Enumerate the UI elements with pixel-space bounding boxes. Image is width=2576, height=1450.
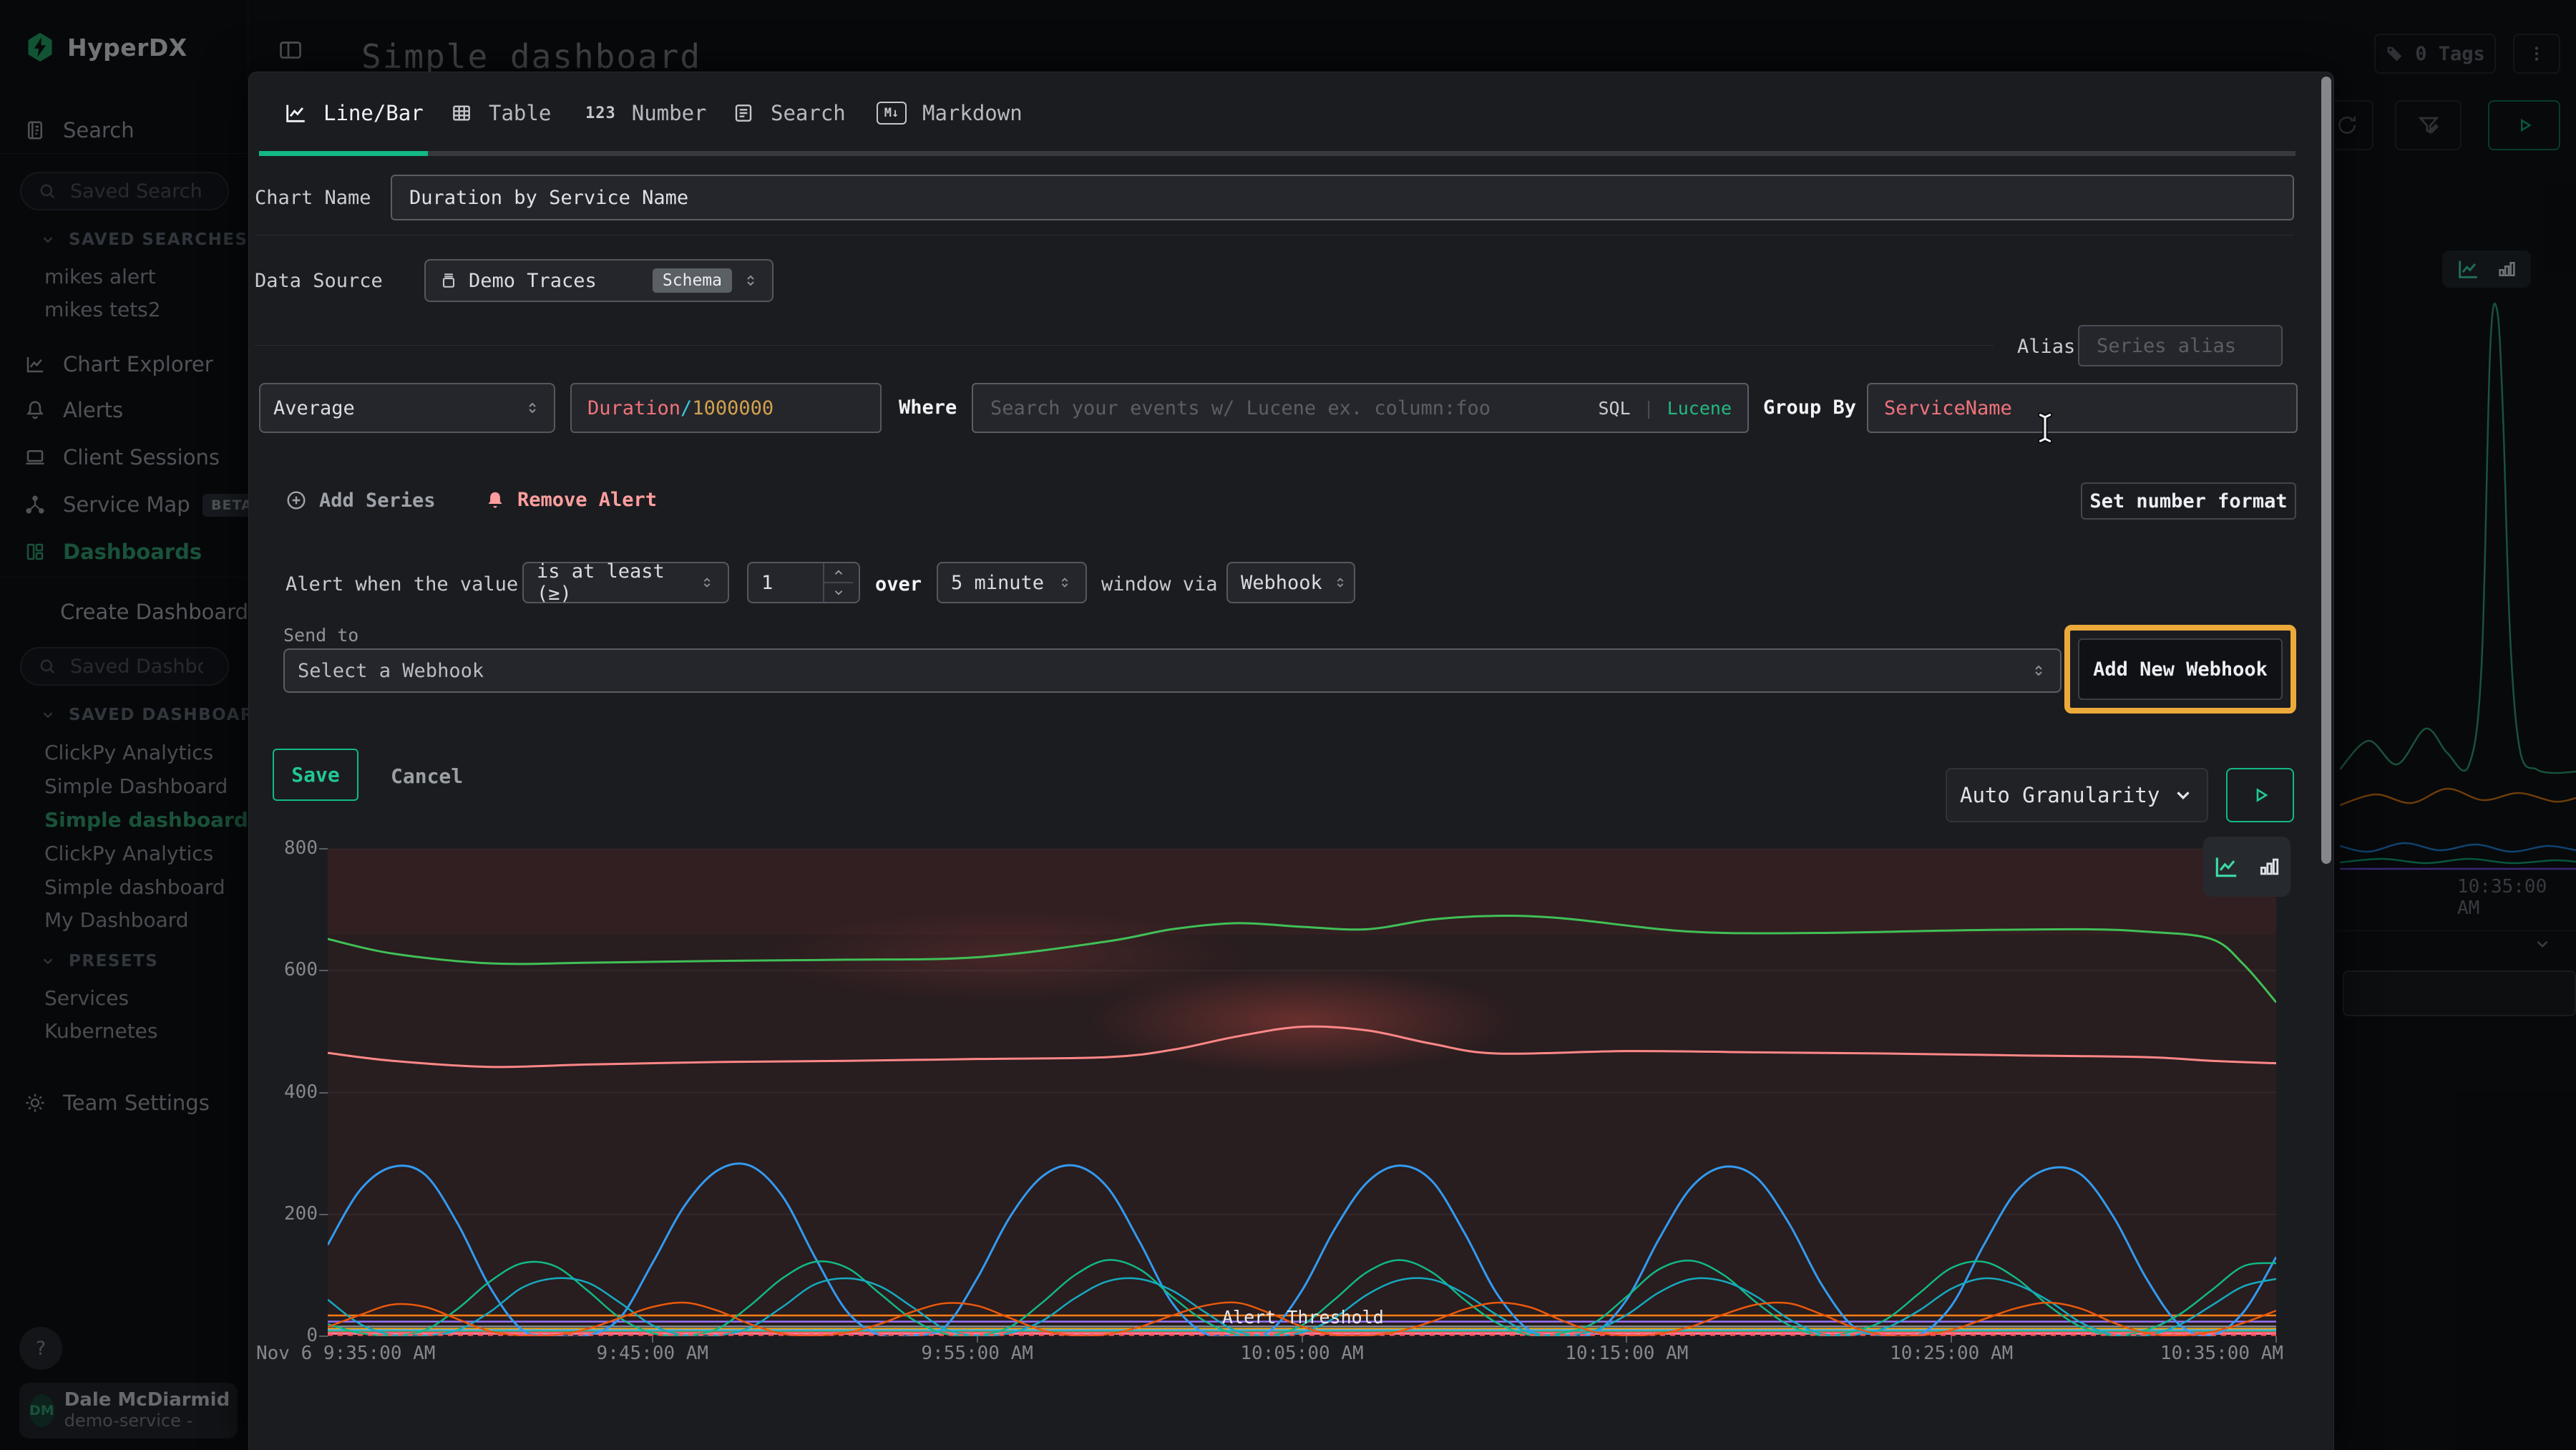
y-axis-label: 400 bbox=[256, 1081, 318, 1103]
cancel-button[interactable]: Cancel bbox=[391, 764, 463, 788]
alias-label: Alias bbox=[2017, 336, 2075, 358]
group-by-input[interactable]: ServiceName bbox=[1867, 383, 2298, 433]
tab-track bbox=[428, 151, 2296, 156]
alert-prefix-label: Alert when the value bbox=[286, 573, 518, 595]
screen: HyperDX Search SAVED SEARCHES mikes aler… bbox=[0, 0, 2576, 1450]
data-source-label: Data Source bbox=[255, 270, 383, 292]
sql-toggle[interactable]: SQL bbox=[1598, 398, 1630, 419]
tab-search[interactable]: Search bbox=[732, 85, 846, 141]
aggregation-select[interactable]: Average bbox=[259, 383, 555, 433]
play-icon bbox=[2249, 784, 2272, 807]
alias-input[interactable] bbox=[2078, 325, 2283, 366]
bell-icon bbox=[484, 490, 506, 511]
webhook-select[interactable]: Select a Webhook bbox=[283, 648, 2062, 693]
plus-circle-icon bbox=[285, 489, 308, 512]
x-axis-label: 10:05:00 AM bbox=[1240, 1343, 1363, 1364]
alert-threshold-label: Alert Threshold bbox=[1222, 1307, 1384, 1328]
x-axis-label: 10:25:00 AM bbox=[1890, 1343, 2013, 1364]
add-new-webhook-button[interactable]: Add New Webhook bbox=[2078, 638, 2283, 700]
y-axis-tick bbox=[319, 970, 328, 971]
run-chart-button[interactable] bbox=[2226, 768, 2294, 822]
x-axis-label: Nov 6 9:35:00 AM bbox=[256, 1343, 435, 1364]
chart-name-label: Chart Name bbox=[255, 187, 371, 209]
alert-channel-select[interactable]: Webhook bbox=[1226, 562, 1355, 603]
x-axis-tick bbox=[1302, 1336, 1303, 1343]
x-axis-tick bbox=[1951, 1336, 1952, 1343]
y-axis-tick bbox=[319, 1214, 328, 1215]
number-icon: 123 bbox=[585, 104, 616, 122]
database-icon bbox=[439, 271, 459, 291]
alert-window-select[interactable]: 5 minute bbox=[937, 562, 1087, 603]
x-axis-tick bbox=[2275, 1336, 2277, 1343]
divider bbox=[255, 345, 1994, 346]
y-axis-label: 800 bbox=[256, 837, 318, 859]
tab-line-bar[interactable]: Line/Bar bbox=[283, 85, 424, 141]
y-axis-label: 200 bbox=[256, 1203, 318, 1225]
chart-type-tabs: Line/Bar Table 123 Number Search M↓ Mark… bbox=[249, 85, 2333, 141]
text-cursor bbox=[2031, 409, 2059, 447]
chevron-updown-icon bbox=[742, 272, 759, 289]
add-series-button[interactable]: Add Series bbox=[285, 489, 436, 512]
field-expression-input[interactable]: Duration/1000000 bbox=[570, 383, 882, 433]
window-via-label: window via bbox=[1101, 573, 1218, 595]
tab-table[interactable]: Table bbox=[450, 85, 551, 141]
x-axis-tick bbox=[652, 1336, 653, 1343]
granularity-select[interactable]: Auto Granularity bbox=[1946, 768, 2208, 822]
where-search-input[interactable]: SQL | Lucene bbox=[972, 383, 1749, 433]
data-source-select[interactable]: Demo Traces Schema bbox=[424, 259, 774, 302]
spinner-up-icon bbox=[824, 563, 853, 583]
x-axis-label: 9:55:00 AM bbox=[921, 1343, 1033, 1364]
spinner-down-icon bbox=[824, 583, 853, 602]
edit-chart-modal: Line/Bar Table 123 Number Search M↓ Mark… bbox=[248, 72, 2334, 1450]
tab-markdown[interactable]: M↓ Markdown bbox=[877, 85, 1023, 141]
number-spinner[interactable] bbox=[823, 563, 853, 602]
y-axis-tick bbox=[319, 1092, 328, 1094]
x-axis-tick bbox=[1626, 1336, 1627, 1343]
chart-name-input[interactable] bbox=[391, 175, 2294, 220]
y-axis-label: 600 bbox=[256, 959, 318, 981]
alert-condition-select[interactable]: is at least (≥) bbox=[522, 562, 729, 603]
where-label: Where bbox=[899, 396, 957, 419]
x-axis-label: 10:35:00 AM bbox=[2160, 1343, 2283, 1364]
x-axis-tick bbox=[977, 1336, 978, 1343]
schema-badge: Schema bbox=[653, 268, 732, 293]
save-button[interactable]: Save bbox=[273, 749, 358, 801]
x-axis-label: 9:45:00 AM bbox=[597, 1343, 709, 1364]
tutorial-highlight-ring: Add New Webhook bbox=[2064, 625, 2296, 714]
tab-number[interactable]: 123 Number bbox=[585, 85, 707, 141]
chart-type-toggle[interactable] bbox=[2203, 837, 2290, 897]
line-chart-icon bbox=[2212, 853, 2240, 880]
alert-threshold-input[interactable] bbox=[747, 562, 860, 603]
doc-list-icon bbox=[732, 102, 755, 125]
over-label: over bbox=[875, 573, 922, 595]
bar-chart-icon bbox=[2257, 855, 2281, 879]
set-number-format-button[interactable]: Set number format bbox=[2081, 482, 2296, 520]
send-to-label: Send to bbox=[283, 625, 358, 646]
lucene-toggle[interactable]: Lucene bbox=[1667, 398, 1732, 419]
y-axis-tick bbox=[319, 848, 328, 850]
modal-scrollbar[interactable] bbox=[2321, 77, 2331, 864]
x-axis-label: 10:15:00 AM bbox=[1565, 1343, 1688, 1364]
y-axis-tick bbox=[319, 1335, 328, 1337]
group-by-label: Group By bbox=[1763, 396, 1856, 419]
markdown-icon: M↓ bbox=[877, 102, 907, 125]
chevron-down-icon bbox=[2172, 784, 2194, 806]
chart-plot-area[interactable]: Alert Threshold bbox=[328, 849, 2276, 1336]
active-tab-underline bbox=[259, 151, 428, 156]
chevron-updown-icon bbox=[524, 399, 541, 417]
line-chart-icon bbox=[283, 101, 308, 125]
remove-alert-button[interactable]: Remove Alert bbox=[484, 489, 657, 511]
table-icon bbox=[450, 102, 473, 125]
